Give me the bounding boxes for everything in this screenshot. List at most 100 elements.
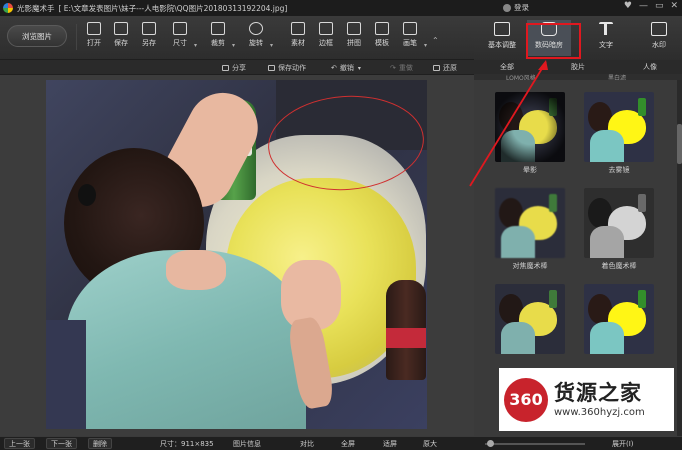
share-icon bbox=[222, 65, 229, 71]
hair-tie bbox=[78, 184, 96, 206]
app-name: 光影魔术手 bbox=[17, 3, 55, 13]
collage-label: 拼图 bbox=[347, 39, 361, 47]
subtab-portrait[interactable]: 人像 bbox=[643, 62, 657, 72]
redo-icon: ↷ bbox=[390, 64, 396, 72]
effect-thumbnail bbox=[584, 92, 654, 162]
effects-scrollbar[interactable] bbox=[677, 80, 682, 436]
restore-icon bbox=[433, 65, 440, 71]
rotate-label: 旋转 bbox=[249, 39, 263, 47]
effect-thumbnail bbox=[584, 284, 654, 354]
save-as-label: 另存 bbox=[142, 39, 156, 47]
undo-button[interactable]: ↶ 撤销 ▾ bbox=[331, 63, 361, 73]
site-watermark: 360 货源之家 www.360hyzj.com bbox=[499, 368, 674, 431]
tab-text[interactable]: 文字 bbox=[584, 20, 628, 56]
effect-thumbnail bbox=[495, 92, 565, 162]
main-toolbar: 浏览图片 打开 保存 另存 尺寸 ▾ 裁剪 ▾ 旋转 ▾ 素材 边框 拼图 模板 画笔… bbox=[0, 16, 474, 60]
save-action-button[interactable]: 保存动作 bbox=[268, 63, 306, 73]
effect-thumbnail bbox=[495, 188, 565, 258]
zoom-slider-handle[interactable] bbox=[487, 440, 494, 447]
zoom-slider[interactable] bbox=[485, 443, 585, 445]
browse-images-button[interactable]: 浏览图片 bbox=[7, 25, 67, 47]
template-label: 模板 bbox=[375, 39, 389, 47]
border-label: 边框 bbox=[319, 39, 333, 47]
fit-screen-button[interactable]: 适屏 bbox=[383, 439, 397, 449]
brush-button[interactable]: 画笔 ▾ bbox=[395, 22, 427, 54]
next-image-button[interactable]: 下一张 bbox=[46, 438, 77, 449]
resize-label: 尺寸 bbox=[173, 39, 187, 47]
effect-label: 着色魔术棒 bbox=[601, 262, 637, 270]
prev-image-button[interactable]: 上一张 bbox=[4, 438, 35, 449]
open-button[interactable]: 打开 bbox=[79, 22, 109, 54]
minimize-icon[interactable]: — bbox=[639, 1, 648, 11]
effect-label: 晕影 bbox=[523, 166, 537, 174]
save-icon bbox=[114, 22, 128, 35]
material-button[interactable]: 素材 bbox=[283, 22, 313, 54]
compare-button[interactable]: 对比 bbox=[300, 439, 314, 449]
share-button[interactable]: 分享 bbox=[222, 63, 246, 73]
favorite-icon[interactable]: ♥ bbox=[624, 1, 632, 11]
save-action-label: 保存动作 bbox=[278, 64, 306, 72]
effect-vignette[interactable]: 晕影 bbox=[495, 92, 565, 174]
effect-thumbnail bbox=[495, 284, 565, 354]
user-icon bbox=[503, 3, 511, 12]
brush-label: 画笔 bbox=[403, 39, 417, 47]
tab-watermark[interactable]: 水印 bbox=[637, 20, 681, 56]
effect-defog[interactable]: 去雾镜 bbox=[584, 92, 654, 174]
rotate-dropdown-icon[interactable]: ▾ bbox=[270, 42, 273, 49]
maximize-icon[interactable]: ▭ bbox=[655, 1, 664, 11]
crop-button[interactable]: 裁剪 ▾ bbox=[203, 22, 235, 54]
text-icon bbox=[599, 22, 613, 36]
resize-dropdown-icon[interactable]: ▾ bbox=[194, 42, 197, 49]
tab-basic-adjust-label: 基本调整 bbox=[488, 41, 516, 49]
more-tools-icon[interactable]: ⌃ bbox=[432, 36, 439, 45]
undo-label: 撤销 bbox=[339, 64, 354, 72]
effect-thumbnail bbox=[584, 188, 654, 258]
material-icon bbox=[291, 22, 305, 35]
effect-focus-wand[interactable]: 对焦魔术棒 bbox=[495, 188, 565, 270]
restore-label: 还原 bbox=[443, 64, 457, 72]
effect-color-wand[interactable]: 着色魔术棒 bbox=[584, 188, 654, 270]
save-label: 保存 bbox=[114, 39, 128, 47]
login-button[interactable]: 登录 bbox=[503, 2, 529, 13]
template-button[interactable]: 模板 bbox=[367, 22, 397, 54]
adjust-icon bbox=[494, 22, 510, 36]
border-button[interactable]: 边框 bbox=[311, 22, 341, 54]
crop-icon bbox=[211, 22, 225, 35]
collage-icon bbox=[347, 22, 361, 35]
subtab-all[interactable]: 全部 bbox=[500, 62, 514, 72]
resize-button[interactable]: 尺寸 ▾ bbox=[165, 22, 197, 54]
neck bbox=[166, 250, 226, 290]
expand-button[interactable]: 展开(I) bbox=[612, 439, 634, 449]
border-icon bbox=[319, 22, 333, 35]
delete-button[interactable]: 删除 bbox=[88, 438, 112, 449]
effect-label: 去雾镜 bbox=[608, 166, 630, 174]
crop-label: 裁剪 bbox=[211, 39, 225, 47]
seat-armrest bbox=[46, 320, 86, 429]
undo-dropdown-icon[interactable]: ▾ bbox=[358, 65, 361, 72]
original-size-button[interactable]: 原大 bbox=[423, 439, 437, 449]
save-as-icon bbox=[142, 22, 156, 35]
fullscreen-button[interactable]: 全屏 bbox=[341, 439, 355, 449]
image-info-button[interactable]: 图片信息 bbox=[233, 439, 261, 449]
restore-button[interactable]: 还原 bbox=[433, 63, 457, 73]
resize-icon bbox=[173, 22, 187, 35]
crop-dropdown-icon[interactable]: ▾ bbox=[232, 42, 235, 49]
rotate-button[interactable]: 旋转 ▾ bbox=[241, 22, 273, 54]
rotate-icon bbox=[249, 22, 263, 35]
action-bar: 分享 保存动作 ↶ 撤销 ▾ ↷ 重做 还原 bbox=[0, 60, 474, 75]
effect-category-tabs: 全部 胶片 人像 bbox=[474, 60, 682, 74]
save-action-icon bbox=[268, 65, 275, 71]
save-button[interactable]: 保存 bbox=[106, 22, 136, 54]
effect-item[interactable] bbox=[495, 284, 565, 356]
tab-basic-adjust[interactable]: 基本调整 bbox=[480, 20, 524, 56]
redo-button[interactable]: ↷ 重做 bbox=[390, 63, 413, 73]
scrollbar-thumb[interactable] bbox=[677, 124, 682, 164]
collage-button[interactable]: 拼图 bbox=[339, 22, 369, 54]
subtab-film[interactable]: 胶片 bbox=[571, 62, 585, 72]
effect-item[interactable] bbox=[584, 284, 654, 356]
brush-dropdown-icon[interactable]: ▾ bbox=[424, 42, 427, 49]
close-icon[interactable]: ✕ bbox=[670, 1, 678, 11]
tab-text-label: 文字 bbox=[599, 41, 613, 49]
save-as-button[interactable]: 另存 bbox=[134, 22, 164, 54]
watermark-brand: 货源之家 bbox=[554, 381, 642, 405]
